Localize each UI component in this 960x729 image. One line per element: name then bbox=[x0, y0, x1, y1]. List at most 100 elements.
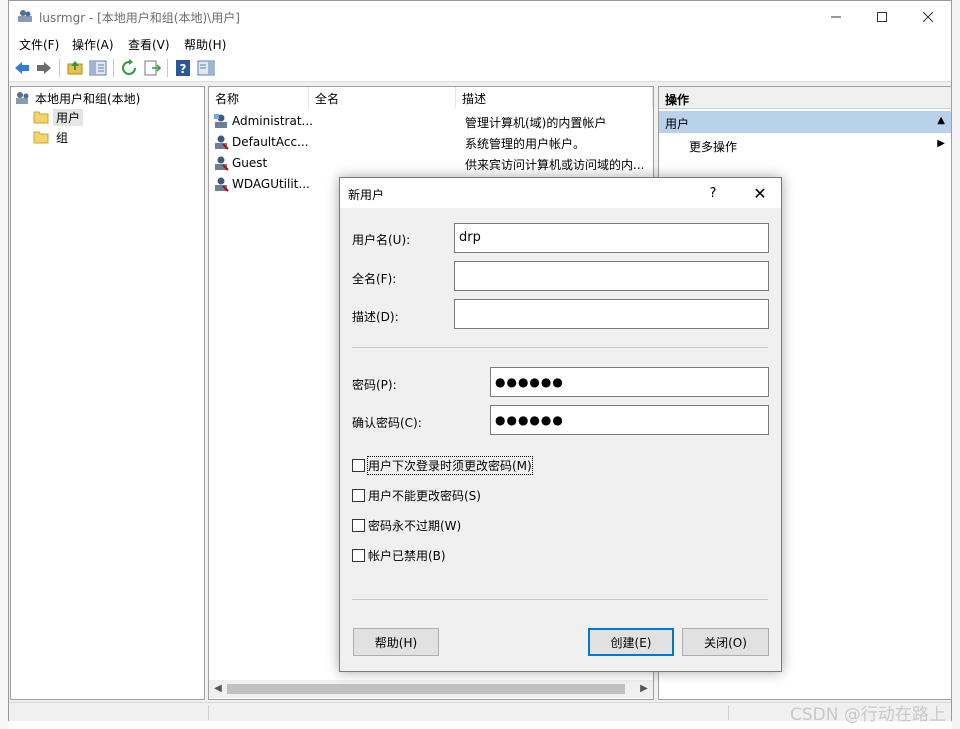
folder-icon bbox=[33, 111, 49, 124]
user-description: 系统管理的用户帐户。 bbox=[465, 137, 586, 151]
table-row[interactable]: Guest 供来宾访问计算机或访问域的内... bbox=[209, 153, 649, 174]
console-tree-pane: 本地用户和组(本地) 用户 组 bbox=[10, 86, 205, 700]
show-hide-tree-icon[interactable] bbox=[89, 59, 107, 77]
user-name: Administrat... bbox=[232, 114, 313, 128]
checkbox-account-disabled[interactable]: 帐户已禁用(B) bbox=[352, 547, 446, 564]
back-arrow-icon[interactable] bbox=[13, 59, 31, 77]
status-segment bbox=[209, 705, 729, 720]
title-bar[interactable]: lusrmgr - [本地用户和组(本地)\用户] bbox=[9, 1, 951, 33]
description-field[interactable] bbox=[454, 299, 769, 329]
checkbox-label: 用户下次登录时须更改密码(M) bbox=[367, 456, 533, 475]
checkbox-label: 帐户已禁用(B) bbox=[368, 549, 446, 563]
column-header-full-name[interactable]: 全名 bbox=[309, 87, 456, 109]
toolbar-separator bbox=[113, 59, 114, 77]
users-group-icon bbox=[16, 92, 29, 104]
user-icon bbox=[214, 114, 227, 128]
help-button[interactable]: 帮助(H) bbox=[353, 628, 439, 656]
confirm-password-field[interactable]: ●●●●●● bbox=[490, 405, 769, 435]
user-icon bbox=[215, 135, 229, 150]
dialog-close-icon[interactable]: ✕ bbox=[742, 178, 778, 208]
divider bbox=[352, 347, 768, 348]
fullname-label: 全名(F): bbox=[352, 272, 397, 286]
help-icon[interactable]: ? bbox=[174, 59, 192, 77]
menu-view[interactable]: 查看(V) bbox=[128, 36, 170, 53]
tree-item-label: 组 bbox=[56, 130, 69, 145]
password-label: 密码(P): bbox=[352, 378, 397, 392]
action-section-users[interactable]: 用户 ▲ bbox=[659, 111, 951, 133]
new-user-dialog: 新用户 ? ✕ 用户名(U): drp 全名(F): 描述(D): 密码(P):… bbox=[339, 177, 782, 672]
checkbox-cannot-change-password[interactable]: 用户不能更改密码(S) bbox=[352, 487, 481, 504]
window-title: lusrmgr - [本地用户和组(本地)\用户] bbox=[39, 11, 240, 25]
toolbar-separator bbox=[59, 59, 60, 77]
menu-bar: 文件(F) 操作(A) 查看(V) 帮助(H) bbox=[9, 33, 951, 55]
username-label: 用户名(U): bbox=[352, 233, 411, 247]
folder-icon bbox=[33, 131, 49, 144]
tree-root[interactable]: 本地用户和组(本地) bbox=[15, 89, 140, 107]
status-segment bbox=[9, 705, 209, 720]
action-more-actions[interactable]: 更多操作 bbox=[689, 138, 737, 155]
export-list-icon[interactable] bbox=[143, 59, 161, 77]
description-label: 描述(D): bbox=[352, 310, 399, 324]
close-button[interactable]: 关闭(O) bbox=[682, 628, 769, 656]
user-description: 供来宾访问计算机或访问域的内... bbox=[465, 158, 645, 172]
collapse-up-icon[interactable]: ▲ bbox=[937, 115, 945, 126]
action-pane-title: 操作 bbox=[659, 87, 951, 109]
submenu-arrow-icon: ▶ bbox=[937, 138, 945, 149]
table-row[interactable]: Administrat... 管理计算机(域)的内置帐户 bbox=[209, 111, 649, 132]
menu-file[interactable]: 文件(F) bbox=[19, 36, 59, 53]
scroll-right-icon[interactable]: ▶ bbox=[637, 682, 651, 696]
checkbox-password-never-expires[interactable]: 密码永不过期(W) bbox=[352, 517, 461, 534]
create-button[interactable]: 创建(E) bbox=[588, 628, 674, 656]
checkbox-label: 密码永不过期(W) bbox=[368, 519, 462, 533]
column-header-name[interactable]: 名称 bbox=[209, 87, 309, 109]
table-row[interactable]: DefaultAcc... 系统管理的用户帐户。 bbox=[209, 132, 649, 153]
svg-text:?: ? bbox=[180, 62, 187, 76]
tree-item-users[interactable]: 用户 bbox=[33, 108, 84, 126]
confirm-password-label: 确认密码(C): bbox=[352, 416, 422, 430]
checkbox-box[interactable] bbox=[352, 459, 365, 472]
user-description: 管理计算机(域)的内置帐户 bbox=[465, 116, 607, 130]
checkbox-box[interactable] bbox=[352, 489, 365, 502]
menu-action[interactable]: 操作(A) bbox=[72, 36, 114, 53]
checkbox-box[interactable] bbox=[352, 519, 365, 532]
tree-item-groups[interactable]: 组 bbox=[33, 128, 71, 146]
tree-root-label: 本地用户和组(本地) bbox=[35, 91, 141, 106]
maximize-icon bbox=[877, 12, 887, 22]
up-folder-icon[interactable] bbox=[66, 59, 84, 77]
fullname-field[interactable] bbox=[454, 261, 769, 291]
divider bbox=[352, 599, 768, 600]
dialog-title: 新用户 bbox=[348, 188, 385, 202]
users-app-icon bbox=[18, 10, 32, 22]
user-icon bbox=[215, 177, 229, 192]
user-name: Guest bbox=[232, 156, 268, 170]
close-icon bbox=[923, 12, 933, 22]
tree-item-label: 用户 bbox=[53, 108, 84, 126]
user-name: DefaultAcc... bbox=[232, 135, 309, 149]
minimize-button[interactable] bbox=[813, 1, 859, 33]
scroll-thumb[interactable] bbox=[227, 684, 625, 694]
watermark: CSDN @行动在路上 bbox=[790, 705, 946, 725]
user-icon bbox=[215, 156, 229, 171]
toolbar: ? bbox=[9, 55, 951, 82]
scroll-left-icon[interactable]: ◀ bbox=[211, 682, 225, 696]
menu-help[interactable]: 帮助(H) bbox=[184, 36, 226, 53]
minimize-icon bbox=[831, 16, 841, 18]
maximize-button[interactable] bbox=[859, 1, 905, 33]
background-strip-right bbox=[952, 0, 960, 729]
username-field[interactable]: drp bbox=[454, 223, 769, 253]
horizontal-scrollbar[interactable]: ◀ ▶ bbox=[209, 680, 653, 698]
checkbox-must-change-password[interactable]: 用户下次登录时须更改密码(M) bbox=[352, 456, 533, 475]
toolbar-separator bbox=[167, 59, 168, 77]
show-hide-action-pane-icon[interactable] bbox=[197, 59, 215, 77]
dialog-title-bar[interactable]: 新用户 ? ✕ bbox=[340, 178, 781, 208]
dialog-help-icon[interactable]: ? bbox=[698, 178, 728, 208]
checkbox-box[interactable] bbox=[352, 549, 365, 562]
checkbox-label: 用户不能更改密码(S) bbox=[368, 489, 481, 503]
refresh-icon[interactable] bbox=[120, 59, 138, 77]
action-section-label: 用户 bbox=[665, 117, 690, 131]
forward-arrow-icon[interactable] bbox=[35, 59, 53, 77]
column-header-description[interactable]: 描述 bbox=[456, 87, 653, 109]
user-name: WDAGUtilit... bbox=[232, 177, 310, 191]
close-window-button[interactable] bbox=[905, 1, 951, 33]
password-field[interactable]: ●●●●●● bbox=[490, 367, 769, 397]
